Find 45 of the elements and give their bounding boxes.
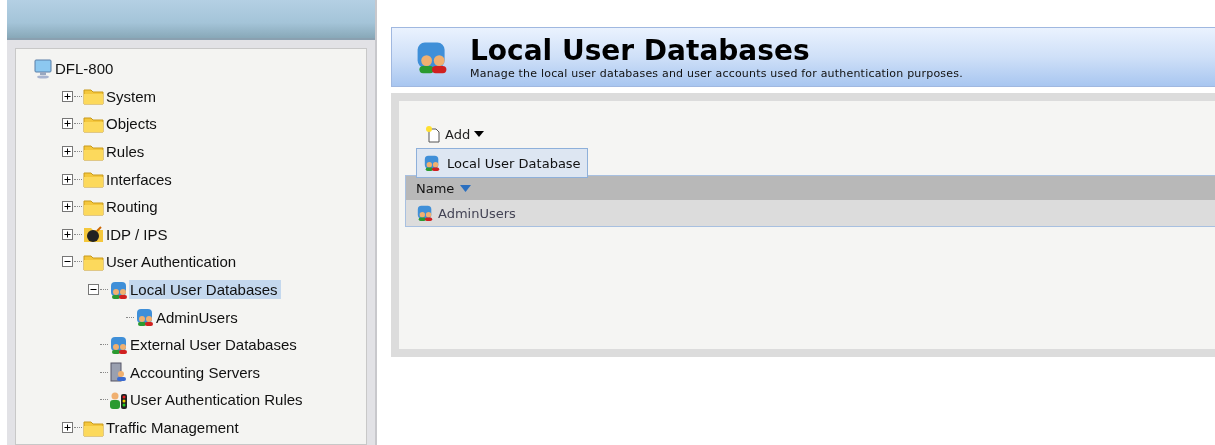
caret-icon <box>474 131 485 137</box>
database-users-icon <box>109 279 129 300</box>
sort-descending-icon <box>460 184 472 192</box>
tree-item[interactable]: External User Databases <box>129 335 300 355</box>
expander-icon[interactable] <box>88 284 99 296</box>
table-row[interactable]: AdminUsers <box>406 200 1215 226</box>
database-users-icon <box>135 307 155 328</box>
server-users-icon <box>109 362 129 383</box>
tree-item[interactable]: Routing <box>105 197 161 217</box>
database-users-icon <box>423 154 441 172</box>
tree-item[interactable]: IDP / IPS <box>105 224 171 244</box>
tree-item[interactable]: User Authentication Rules <box>129 390 306 410</box>
page-title: Local User Databases <box>470 34 811 67</box>
folder-icon <box>83 86 105 107</box>
new-document-icon <box>425 125 441 143</box>
database-users-icon <box>416 204 434 222</box>
database-users-icon <box>109 334 129 355</box>
expander-icon[interactable] <box>62 173 73 185</box>
tree-item[interactable]: Rules <box>105 142 148 162</box>
tree-item[interactable]: AdminUsers <box>155 307 241 327</box>
tree-item[interactable]: System <box>105 86 159 106</box>
tree-item[interactable]: User Authentication <box>105 252 240 272</box>
expander-icon[interactable] <box>62 146 73 158</box>
tree-item[interactable]: Accounting Servers <box>129 362 264 382</box>
bomb-icon <box>83 224 105 245</box>
menu-item[interactable]: Local User Database <box>423 151 581 175</box>
folder-icon <box>83 114 105 134</box>
expander-icon[interactable] <box>62 90 73 102</box>
tree-item[interactable]: Traffic Management <box>105 418 242 437</box>
tree-item[interactable]: DFL-800 <box>54 59 117 79</box>
tree-item[interactable]: Interfaces <box>105 169 175 189</box>
page-description: Manage the local user databases and user accounts used for authentication purposes. <box>470 66 963 80</box>
column-header[interactable]: Name <box>416 180 472 196</box>
tree-item[interactable]: Local User Databases <box>129 280 281 300</box>
tree-item[interactable]: Objects <box>105 114 160 134</box>
computer-icon <box>34 58 54 79</box>
expander-icon[interactable] <box>62 201 73 213</box>
table-cell: AdminUsers <box>438 205 516 221</box>
expander-icon[interactable] <box>62 422 73 433</box>
add-button[interactable]: Add <box>425 123 485 145</box>
expander-icon[interactable] <box>62 118 73 130</box>
folder-icon <box>83 169 105 190</box>
expander-icon[interactable] <box>62 228 73 240</box>
menu-item-label: Local User Database <box>447 155 581 171</box>
expander-icon[interactable] <box>62 256 73 268</box>
